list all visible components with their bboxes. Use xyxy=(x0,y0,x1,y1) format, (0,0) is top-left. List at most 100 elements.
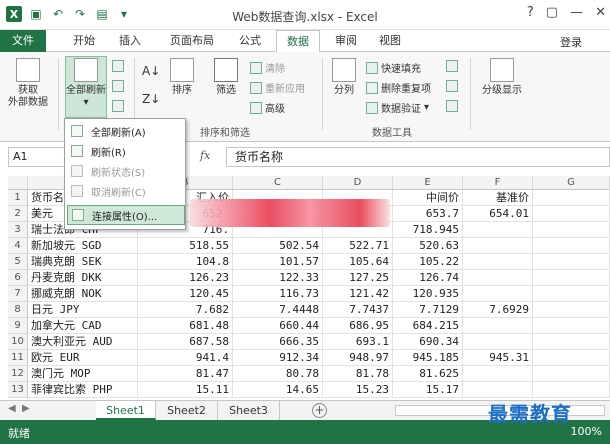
cell[interactable]: 684.215 xyxy=(393,318,463,334)
column-header[interactable]: G xyxy=(533,176,610,190)
cell[interactable]: 126.74 xyxy=(393,270,463,286)
sort-ascending-button[interactable]: A↓ xyxy=(142,64,160,78)
cell[interactable]: 新加坡元 SGD xyxy=(28,238,138,254)
column-header[interactable]: F xyxy=(463,176,533,190)
connections-button[interactable] xyxy=(112,60,124,72)
cell[interactable]: 666.35 xyxy=(233,334,323,350)
insert-function-button[interactable]: fx xyxy=(200,149,210,162)
cell[interactable]: 690.34 xyxy=(393,334,463,350)
cell[interactable]: 520.63 xyxy=(393,238,463,254)
row-header[interactable]: 4 xyxy=(8,238,28,254)
cell[interactable] xyxy=(533,190,610,206)
menu-item-connection-properties[interactable]: 连接属性(O)... xyxy=(67,205,185,225)
row-header[interactable]: 1 xyxy=(8,190,28,206)
cell[interactable]: 687.58 xyxy=(138,334,233,350)
cell[interactable]: 653.7 xyxy=(393,206,463,222)
row-header[interactable]: 12 xyxy=(8,366,28,382)
edit-links-button[interactable] xyxy=(112,100,124,112)
cell[interactable]: 15.23 xyxy=(323,382,393,398)
cell[interactable]: 81.625 xyxy=(393,366,463,382)
cell[interactable] xyxy=(463,222,533,238)
refresh-all-button[interactable]: 全部刷新 ▾ xyxy=(66,58,106,109)
cell[interactable]: 502.54 xyxy=(233,238,323,254)
row-header[interactable]: 3 xyxy=(8,222,28,238)
cell[interactable]: 日元 JPY xyxy=(28,302,138,318)
cell[interactable]: 681.48 xyxy=(138,318,233,334)
cell[interactable]: 660.44 xyxy=(233,318,323,334)
cell[interactable] xyxy=(463,254,533,270)
consolidate-button[interactable] xyxy=(446,60,458,72)
tab-home[interactable]: 开始 xyxy=(64,30,104,52)
cell[interactable]: 81.78 xyxy=(323,366,393,382)
cell[interactable]: 120.935 xyxy=(393,286,463,302)
cell[interactable] xyxy=(533,318,610,334)
cell[interactable]: 518.55 xyxy=(138,238,233,254)
cell[interactable] xyxy=(533,254,610,270)
sheet-tab-sheet2[interactable]: Sheet2 xyxy=(156,401,218,420)
cell[interactable]: 718.945 xyxy=(393,222,463,238)
cell[interactable] xyxy=(463,238,533,254)
cell[interactable] xyxy=(463,286,533,302)
prev-sheet-arrow-icon[interactable]: ◀ xyxy=(8,403,16,414)
close-button[interactable]: ✕ xyxy=(595,5,606,20)
text-to-columns-button[interactable]: 分列 xyxy=(328,58,360,97)
cell[interactable] xyxy=(533,302,610,318)
cell[interactable]: 122.33 xyxy=(233,270,323,286)
cell[interactable] xyxy=(533,206,610,222)
next-sheet-arrow-icon[interactable]: ▶ xyxy=(22,403,30,414)
cell[interactable]: 菲律宾比索 PHP xyxy=(28,382,138,398)
what-if-button[interactable] xyxy=(446,80,458,92)
column-header[interactable]: D xyxy=(323,176,393,190)
row-header[interactable]: 8 xyxy=(8,302,28,318)
column-header[interactable]: E xyxy=(393,176,463,190)
row-header[interactable]: 6 xyxy=(8,270,28,286)
cell[interactable] xyxy=(533,366,610,382)
cell[interactable]: 澳大利亚元 AUD xyxy=(28,334,138,350)
cell[interactable]: 澳门元 MOP xyxy=(28,366,138,382)
formula-input[interactable]: 货币名称 xyxy=(226,147,610,167)
cell[interactable]: 瑞典克朗 SEK xyxy=(28,254,138,270)
select-all-corner[interactable] xyxy=(8,176,28,190)
cell[interactable] xyxy=(463,366,533,382)
cell[interactable]: 116.73 xyxy=(233,286,323,302)
row-header[interactable]: 2 xyxy=(8,206,28,222)
add-sheet-button[interactable]: + xyxy=(312,403,327,418)
remove-duplicates-button[interactable]: 删除重复项 xyxy=(366,80,431,95)
cell[interactable]: 基准价 xyxy=(463,190,533,206)
advanced-filter-button[interactable]: 高级 xyxy=(250,100,285,115)
cell[interactable]: 693.1 xyxy=(323,334,393,350)
outline-button[interactable]: 分级显示 xyxy=(476,58,528,97)
cell[interactable]: 127.25 xyxy=(323,270,393,286)
cell[interactable] xyxy=(533,222,610,238)
cell[interactable]: 7.7437 xyxy=(323,302,393,318)
tab-data[interactable]: 数据 xyxy=(276,30,320,53)
cell[interactable]: 欧元 EUR xyxy=(28,350,138,366)
cell[interactable]: 105.64 xyxy=(323,254,393,270)
cell[interactable]: 15.11 xyxy=(138,382,233,398)
filter-button[interactable]: 筛选 xyxy=(208,58,244,97)
cell[interactable] xyxy=(463,270,533,286)
tab-view[interactable]: 视图 xyxy=(372,30,408,52)
cell[interactable]: 15.17 xyxy=(393,382,463,398)
sort-descending-button[interactable]: Z↓ xyxy=(142,92,160,106)
cell[interactable] xyxy=(463,334,533,350)
cell[interactable]: 7.6929 xyxy=(463,302,533,318)
cell[interactable]: 121.42 xyxy=(323,286,393,302)
flash-fill-button[interactable]: 快速填充 xyxy=(366,60,421,75)
cell[interactable]: 加拿大元 CAD xyxy=(28,318,138,334)
column-header[interactable]: C xyxy=(233,176,323,190)
tab-formulas[interactable]: 公式 xyxy=(230,30,270,52)
menu-item-cancel-refresh[interactable]: 取消刷新(C) xyxy=(67,181,185,201)
row-header[interactable]: 9 xyxy=(8,318,28,334)
row-header[interactable]: 13 xyxy=(8,382,28,398)
cell[interactable] xyxy=(533,382,610,398)
cell[interactable] xyxy=(463,382,533,398)
cell[interactable]: 80.78 xyxy=(233,366,323,382)
row-header[interactable]: 7 xyxy=(8,286,28,302)
cell[interactable]: 120.45 xyxy=(138,286,233,302)
cell[interactable] xyxy=(533,350,610,366)
clear-filter-button[interactable]: 清除 xyxy=(250,60,285,75)
cell[interactable]: 522.71 xyxy=(323,238,393,254)
cell[interactable]: 948.97 xyxy=(323,350,393,366)
reapply-button[interactable]: 重新应用 xyxy=(250,80,305,95)
